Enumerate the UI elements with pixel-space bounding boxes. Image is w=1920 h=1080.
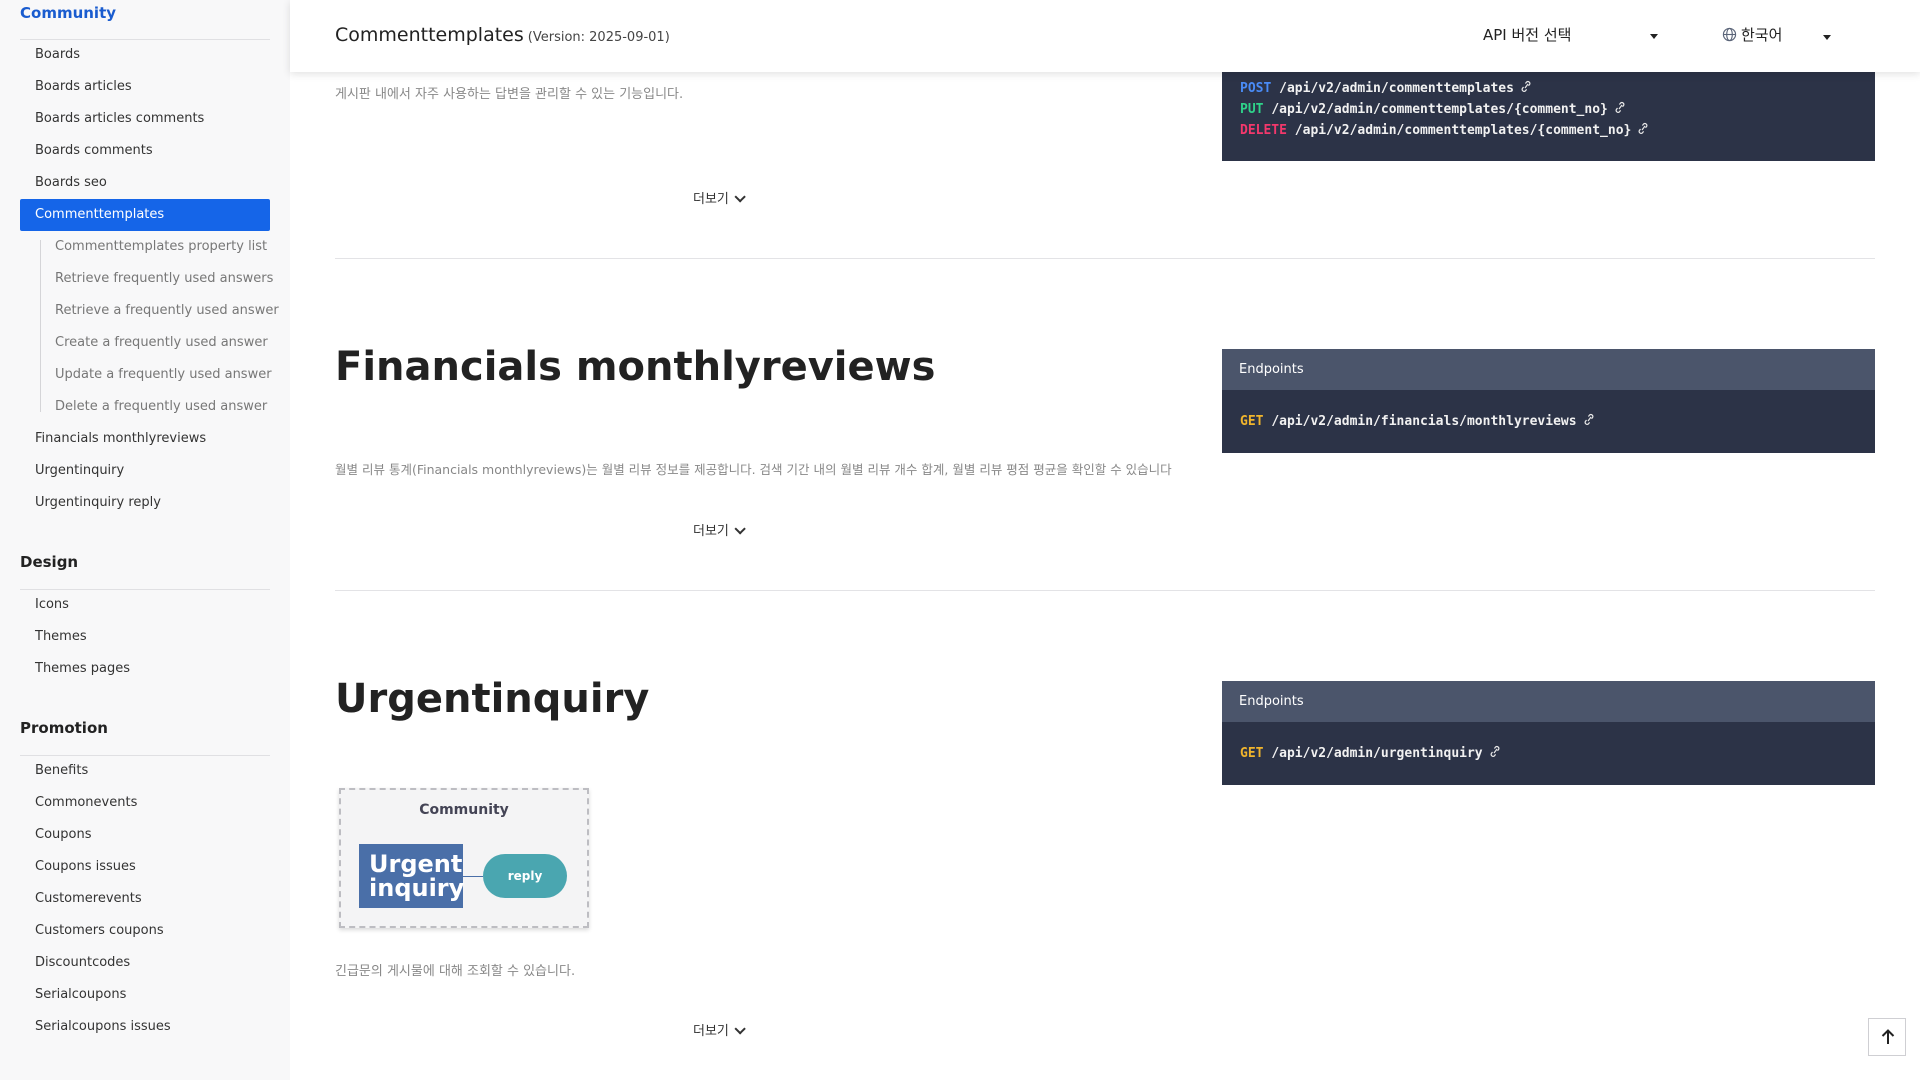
sidebar-subitem-retrieve-answer[interactable]: Retrieve a frequently used answer — [55, 303, 279, 319]
chevron-down-icon — [734, 523, 746, 535]
sidebar-item-coupons[interactable]: Coupons — [35, 827, 92, 843]
sidebar-section-community[interactable]: Community — [20, 4, 116, 22]
section-description: 게시판 내에서 자주 사용하는 답변을 관리할 수 있는 기능입니다. — [335, 87, 684, 102]
sidebar-subitem-property-list[interactable]: Commenttemplates property list — [55, 239, 267, 255]
chevron-down-icon[interactable] — [1650, 34, 1658, 39]
sidebar-item-boards-comments[interactable]: Boards comments — [35, 143, 153, 159]
api-version-select[interactable]: API 버전 선택 — [1483, 24, 1571, 45]
http-method: DELETE — [1240, 123, 1287, 138]
more-label: 더보기 — [693, 1024, 729, 1039]
sidebar-item-customers-coupons[interactable]: Customers coupons — [35, 923, 164, 939]
section-title-urgentinquiry: Urgentinquiry — [335, 676, 650, 722]
sidebar: Community Boards Boards articles Boards … — [0, 0, 290, 1080]
http-method: POST — [1240, 81, 1272, 96]
sidebar-divider — [20, 755, 270, 756]
page-title-text: Commenttemplates — [335, 24, 524, 46]
page-title: Commenttemplates (Version: 2025-09-01) — [335, 24, 670, 46]
sidebar-subitem-update-answer[interactable]: Update a frequently used answer — [55, 367, 272, 383]
http-method: GET — [1240, 746, 1264, 761]
section-description: 긴급문의 게시물에 대해 조회할 수 있습니다. — [335, 964, 576, 979]
sidebar-item-serialcoupons-issues[interactable]: Serialcoupons issues — [35, 1019, 171, 1035]
http-method: PUT — [1240, 102, 1264, 117]
endpoint-delete-commenttemplates[interactable]: DELETE /api/v2/admin/commenttemplates/{c… — [1240, 122, 1649, 139]
language-select-label: 한국어 — [1741, 26, 1783, 44]
globe-icon — [1722, 27, 1737, 46]
endpoints-panel-financials: Endpoints GET /api/v2/admin/financials/m… — [1222, 349, 1875, 453]
sidebar-divider — [20, 589, 270, 590]
more-toggle-commenttemplates[interactable]: 더보기 — [693, 188, 746, 207]
diagram-title: Community — [419, 802, 509, 818]
diagram-connector — [463, 876, 483, 877]
link-icon[interactable] — [1489, 745, 1501, 762]
sidebar-section-design[interactable]: Design — [20, 553, 78, 571]
api-version-label: (Version: 2025-09-01) — [527, 30, 670, 45]
arrow-up-icon — [1880, 1028, 1896, 1050]
section-divider — [335, 258, 1875, 259]
more-label: 더보기 — [693, 524, 729, 539]
sidebar-item-themes[interactable]: Themes — [35, 629, 87, 645]
sidebar-item-boards-articles[interactable]: Boards articles — [35, 79, 132, 95]
endpoint-path: /api/v2/admin/financials/monthlyreviews — [1271, 414, 1577, 429]
sidebar-item-commenttemplates[interactable]: Commenttemplates — [20, 199, 270, 231]
language-select[interactable]: 한국어 — [1722, 24, 1782, 46]
sidebar-section-promotion[interactable]: Promotion — [20, 719, 108, 737]
sidebar-subitem-create-answer[interactable]: Create a frequently used answer — [55, 335, 268, 351]
endpoints-heading: Endpoints — [1222, 681, 1875, 722]
endpoint-get-urgentinquiry[interactable]: GET /api/v2/admin/urgentinquiry — [1240, 745, 1501, 762]
more-toggle-financials[interactable]: 더보기 — [693, 520, 746, 539]
link-icon[interactable] — [1614, 101, 1626, 118]
endpoint-put-commenttemplates[interactable]: PUT /api/v2/admin/commenttemplates/{comm… — [1240, 101, 1626, 118]
sidebar-item-icons[interactable]: Icons — [35, 597, 69, 613]
main-content: POST /api/v2/admin/commenttemplates PUT … — [290, 0, 1920, 1080]
sidebar-item-boards[interactable]: Boards — [35, 47, 80, 63]
sidebar-subitem-guide — [40, 240, 41, 412]
more-label: 더보기 — [693, 192, 729, 207]
sidebar-item-customerevents[interactable]: Customerevents — [35, 891, 142, 907]
sidebar-item-coupons-issues[interactable]: Coupons issues — [35, 859, 136, 875]
endpoint-get-financials[interactable]: GET /api/v2/admin/financials/monthlyrevi… — [1240, 413, 1595, 430]
diagram-box-line: Urgent — [369, 850, 463, 878]
sidebar-item-discountcodes[interactable]: Discountcodes — [35, 955, 130, 971]
link-icon[interactable] — [1520, 80, 1532, 97]
diagram-box-line: inquiry — [369, 874, 465, 902]
sidebar-divider — [20, 39, 270, 40]
section-description: 월별 리뷰 통계(Financials monthlyreviews)는 월별 … — [335, 462, 1172, 477]
diagram-urgent-inquiry-box: Urgent inquiry — [359, 844, 465, 908]
sidebar-item-serialcoupons[interactable]: Serialcoupons — [35, 987, 126, 1003]
sidebar-item-urgentinquiry-reply[interactable]: Urgentinquiry reply — [35, 495, 161, 511]
more-toggle-urgentinquiry[interactable]: 더보기 — [693, 1020, 746, 1039]
endpoint-path: /api/v2/admin/urgentinquiry — [1271, 746, 1483, 761]
sidebar-item-benefits[interactable]: Benefits — [35, 763, 88, 779]
endpoints-panel-commenttemplates: POST /api/v2/admin/commenttemplates PUT … — [1222, 60, 1875, 161]
endpoints-panel-urgentinquiry: Endpoints GET /api/v2/admin/urgentinquir… — [1222, 681, 1875, 785]
endpoints-heading: Endpoints — [1222, 349, 1875, 390]
http-method: GET — [1240, 414, 1264, 429]
sidebar-item-boards-articles-comments[interactable]: Boards articles comments — [35, 111, 204, 127]
scroll-top-button[interactable] — [1868, 1018, 1906, 1056]
chevron-down-icon[interactable] — [1823, 35, 1831, 40]
endpoint-path: /api/v2/admin/commenttemplates/{comment_… — [1271, 102, 1608, 117]
sidebar-item-commonevents[interactable]: Commonevents — [35, 795, 137, 811]
section-title-financials: Financials monthlyreviews — [335, 344, 936, 390]
chevron-down-icon — [734, 191, 746, 203]
link-icon[interactable] — [1583, 413, 1595, 430]
diagram-reply-pill: reply — [483, 854, 567, 898]
endpoint-path: /api/v2/admin/commenttemplates/{comment_… — [1294, 123, 1632, 138]
sidebar-item-financials-monthlyreviews[interactable]: Financials monthlyreviews — [35, 431, 206, 447]
api-version-select-label: API 버전 선택 — [1483, 26, 1572, 44]
sidebar-subitem-delete-answer[interactable]: Delete a frequently used answer — [55, 399, 267, 415]
endpoint-post-commenttemplates[interactable]: POST /api/v2/admin/commenttemplates — [1240, 80, 1532, 97]
sidebar-subitem-retrieve-answers[interactable]: Retrieve frequently used answers — [55, 271, 273, 287]
section-divider — [335, 590, 1875, 591]
sidebar-item-urgentinquiry[interactable]: Urgentinquiry — [35, 463, 124, 479]
urgentinquiry-diagram: Community Urgent inquiry reply — [339, 788, 589, 928]
sidebar-item-themes-pages[interactable]: Themes pages — [35, 661, 130, 677]
endpoint-path: /api/v2/admin/commenttemplates — [1279, 81, 1514, 96]
sidebar-item-boards-seo[interactable]: Boards seo — [35, 175, 107, 191]
chevron-down-icon — [734, 1023, 746, 1035]
link-icon[interactable] — [1637, 122, 1649, 139]
top-header: Commenttemplates (Version: 2025-09-01) AP… — [290, 0, 1920, 72]
